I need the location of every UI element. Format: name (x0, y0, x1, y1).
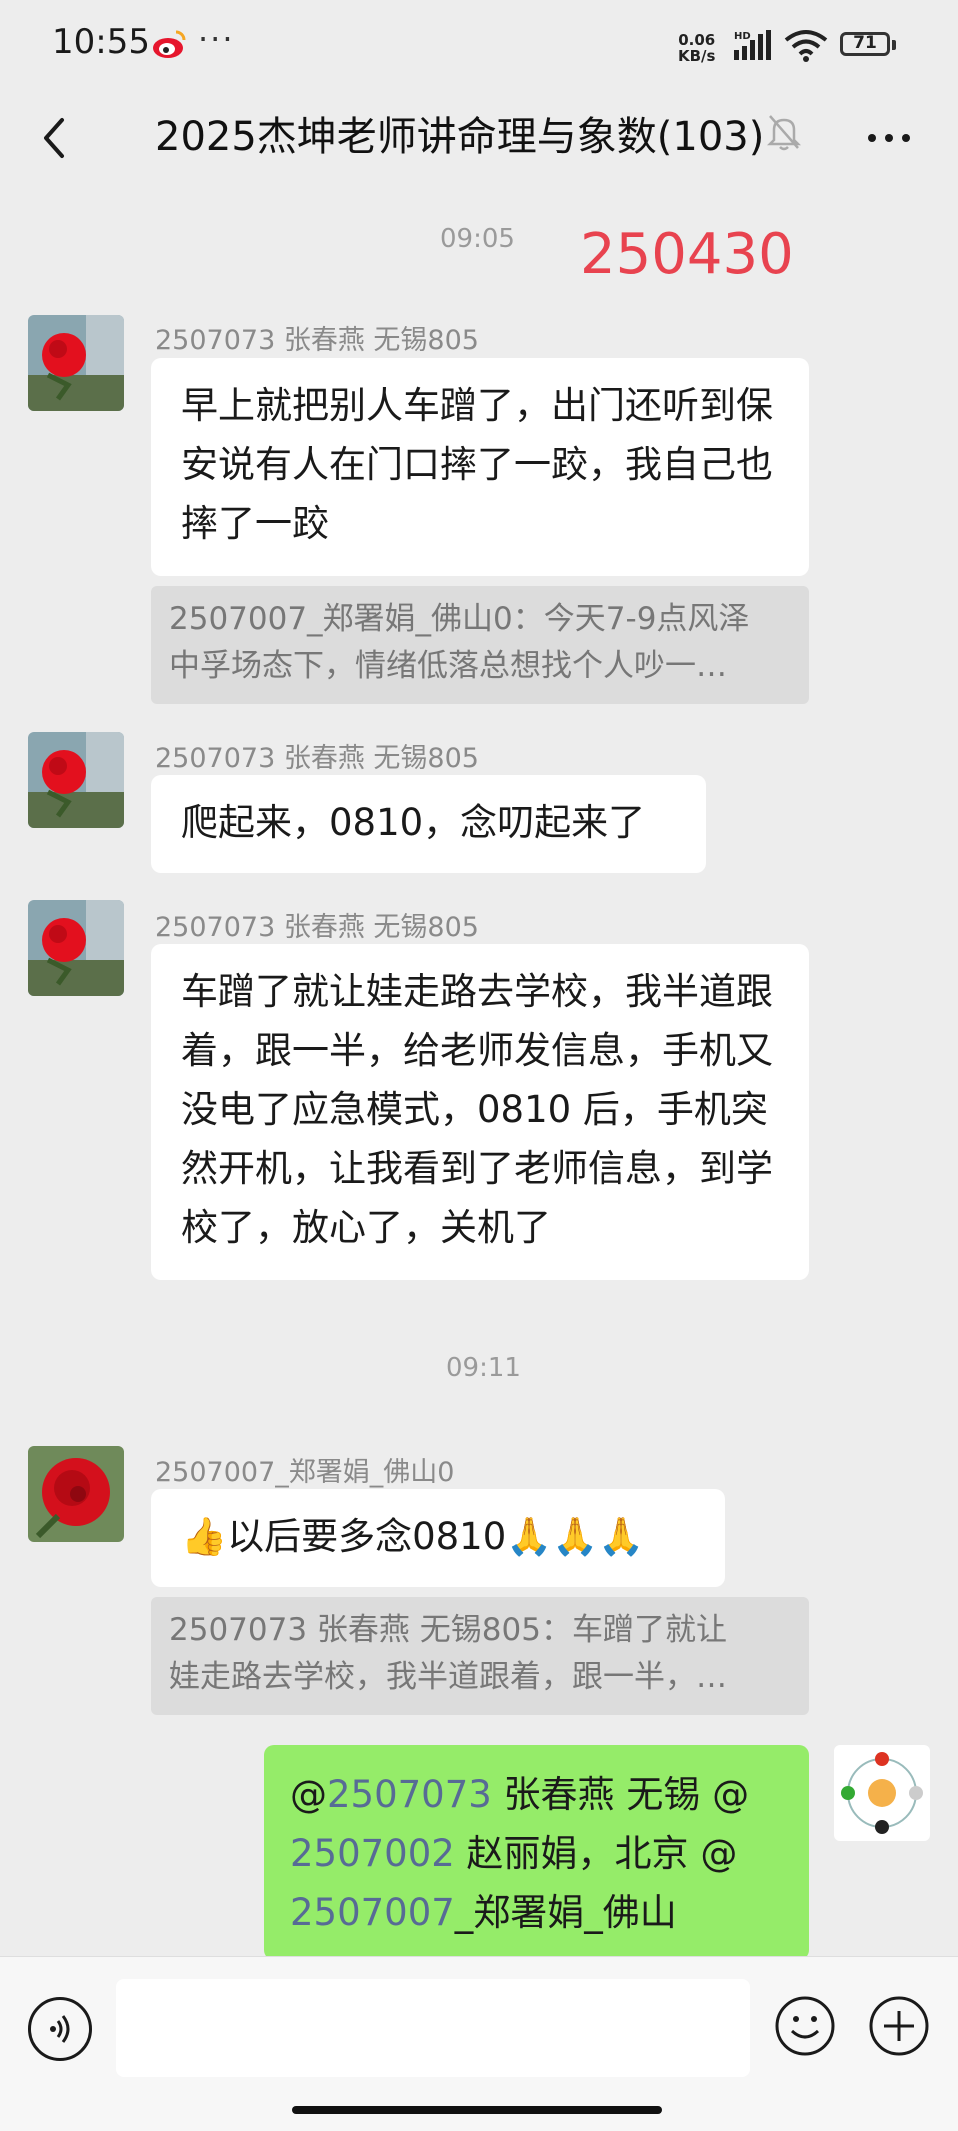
avatar[interactable] (28, 315, 124, 411)
status-bar: 10:55 ··· 0.06 KB/s HD 71 (0, 0, 958, 92)
status-more-icon: ··· (198, 20, 235, 58)
message-bubble[interactable]: 车蹭了就让娃走路去学校，我半道跟着，跟一半，给老师发信息，手机又没电了应急模式，… (151, 944, 809, 1280)
battery-tip (892, 40, 896, 50)
battery-indicator: 71 (840, 32, 890, 56)
message-bubble[interactable]: 👍以后要多念0810🙏🙏🙏 (151, 1489, 725, 1587)
quote-line: 中孚场态下，情绪低落总想找个人吵一… (169, 648, 727, 684)
quote-line: 2507007_郑署娟_佛山0：今天7-9点风泽 (169, 601, 750, 637)
date-stamp: 250430 (580, 222, 794, 287)
chat-header: 2025杰坤老师讲命理与象数(103) (0, 92, 958, 184)
emoji-icon[interactable] (774, 1995, 836, 2057)
mute-icon (766, 115, 802, 151)
avatar[interactable] (28, 732, 124, 828)
sender-name: 2507073 张春燕 无锡805 (155, 325, 479, 356)
own-message-line: @2507073 张春燕 无锡 @ (290, 1773, 750, 1816)
message-bubble[interactable]: 爬起来，0810，念叨起来了 (151, 775, 706, 873)
quote-line: 娃走路去学校，我半道跟着，跟一半，… (169, 1659, 727, 1695)
weibo-icon (153, 30, 186, 58)
sender-name: 2507007_郑署娟_佛山0 (155, 1457, 455, 1488)
sender-name: 2507073 张春燕 无锡805 (155, 912, 479, 943)
own-avatar[interactable] (834, 1745, 930, 1841)
quote-line: 2507073 张春燕 无锡805：车蹭了就让 (169, 1612, 727, 1648)
wifi-icon (784, 30, 828, 62)
signal-icon: HD (734, 30, 771, 60)
mention-link[interactable]: 2507073 (327, 1773, 492, 1816)
network-label: HD (734, 31, 751, 42)
avatar[interactable] (28, 900, 124, 996)
message-bubble[interactable]: 早上就把别人车蹭了，出门还听到保安说有人在门口摔了一跤，我自己也摔了一跤 (151, 358, 809, 576)
quoted-message[interactable]: 2507007_郑署娟_佛山0：今天7-9点风泽 中孚场态下，情绪低落总想找个人… (151, 586, 809, 704)
avatar[interactable] (28, 1446, 124, 1542)
time-label: 09:05 (440, 224, 515, 254)
own-message-line: 2507002 赵丽娟，北京 @ (290, 1832, 738, 1875)
message-input[interactable] (116, 1979, 750, 2077)
status-time: 10:55 (52, 22, 150, 62)
back-icon[interactable] (36, 110, 76, 166)
mention-link[interactable]: 2507002 (290, 1832, 455, 1875)
time-label: 09:11 (446, 1353, 521, 1383)
home-indicator[interactable] (292, 2106, 662, 2114)
own-message-bubble[interactable]: @2507073 张春燕 无锡 @ 2507002 赵丽娟，北京 @ 25070… (264, 1745, 809, 1960)
chat-title: 2025杰坤老师讲命理与象数(103) (155, 114, 765, 160)
own-message-line: 2507007_郑署娟_佛山 (290, 1891, 677, 1934)
voice-icon[interactable] (28, 1997, 92, 2061)
quoted-message[interactable]: 2507073 张春燕 无锡805：车蹭了就让 娃走路去学校，我半道跟着，跟一半… (151, 1597, 809, 1715)
net-speed: 0.06 KB/s (678, 31, 716, 65)
more-icon[interactable] (866, 118, 912, 158)
input-bar (0, 1956, 958, 2131)
mention-link[interactable]: 2507007 (290, 1891, 455, 1934)
plus-icon[interactable] (868, 1995, 930, 2057)
sender-name: 2507073 张春燕 无锡805 (155, 743, 479, 774)
